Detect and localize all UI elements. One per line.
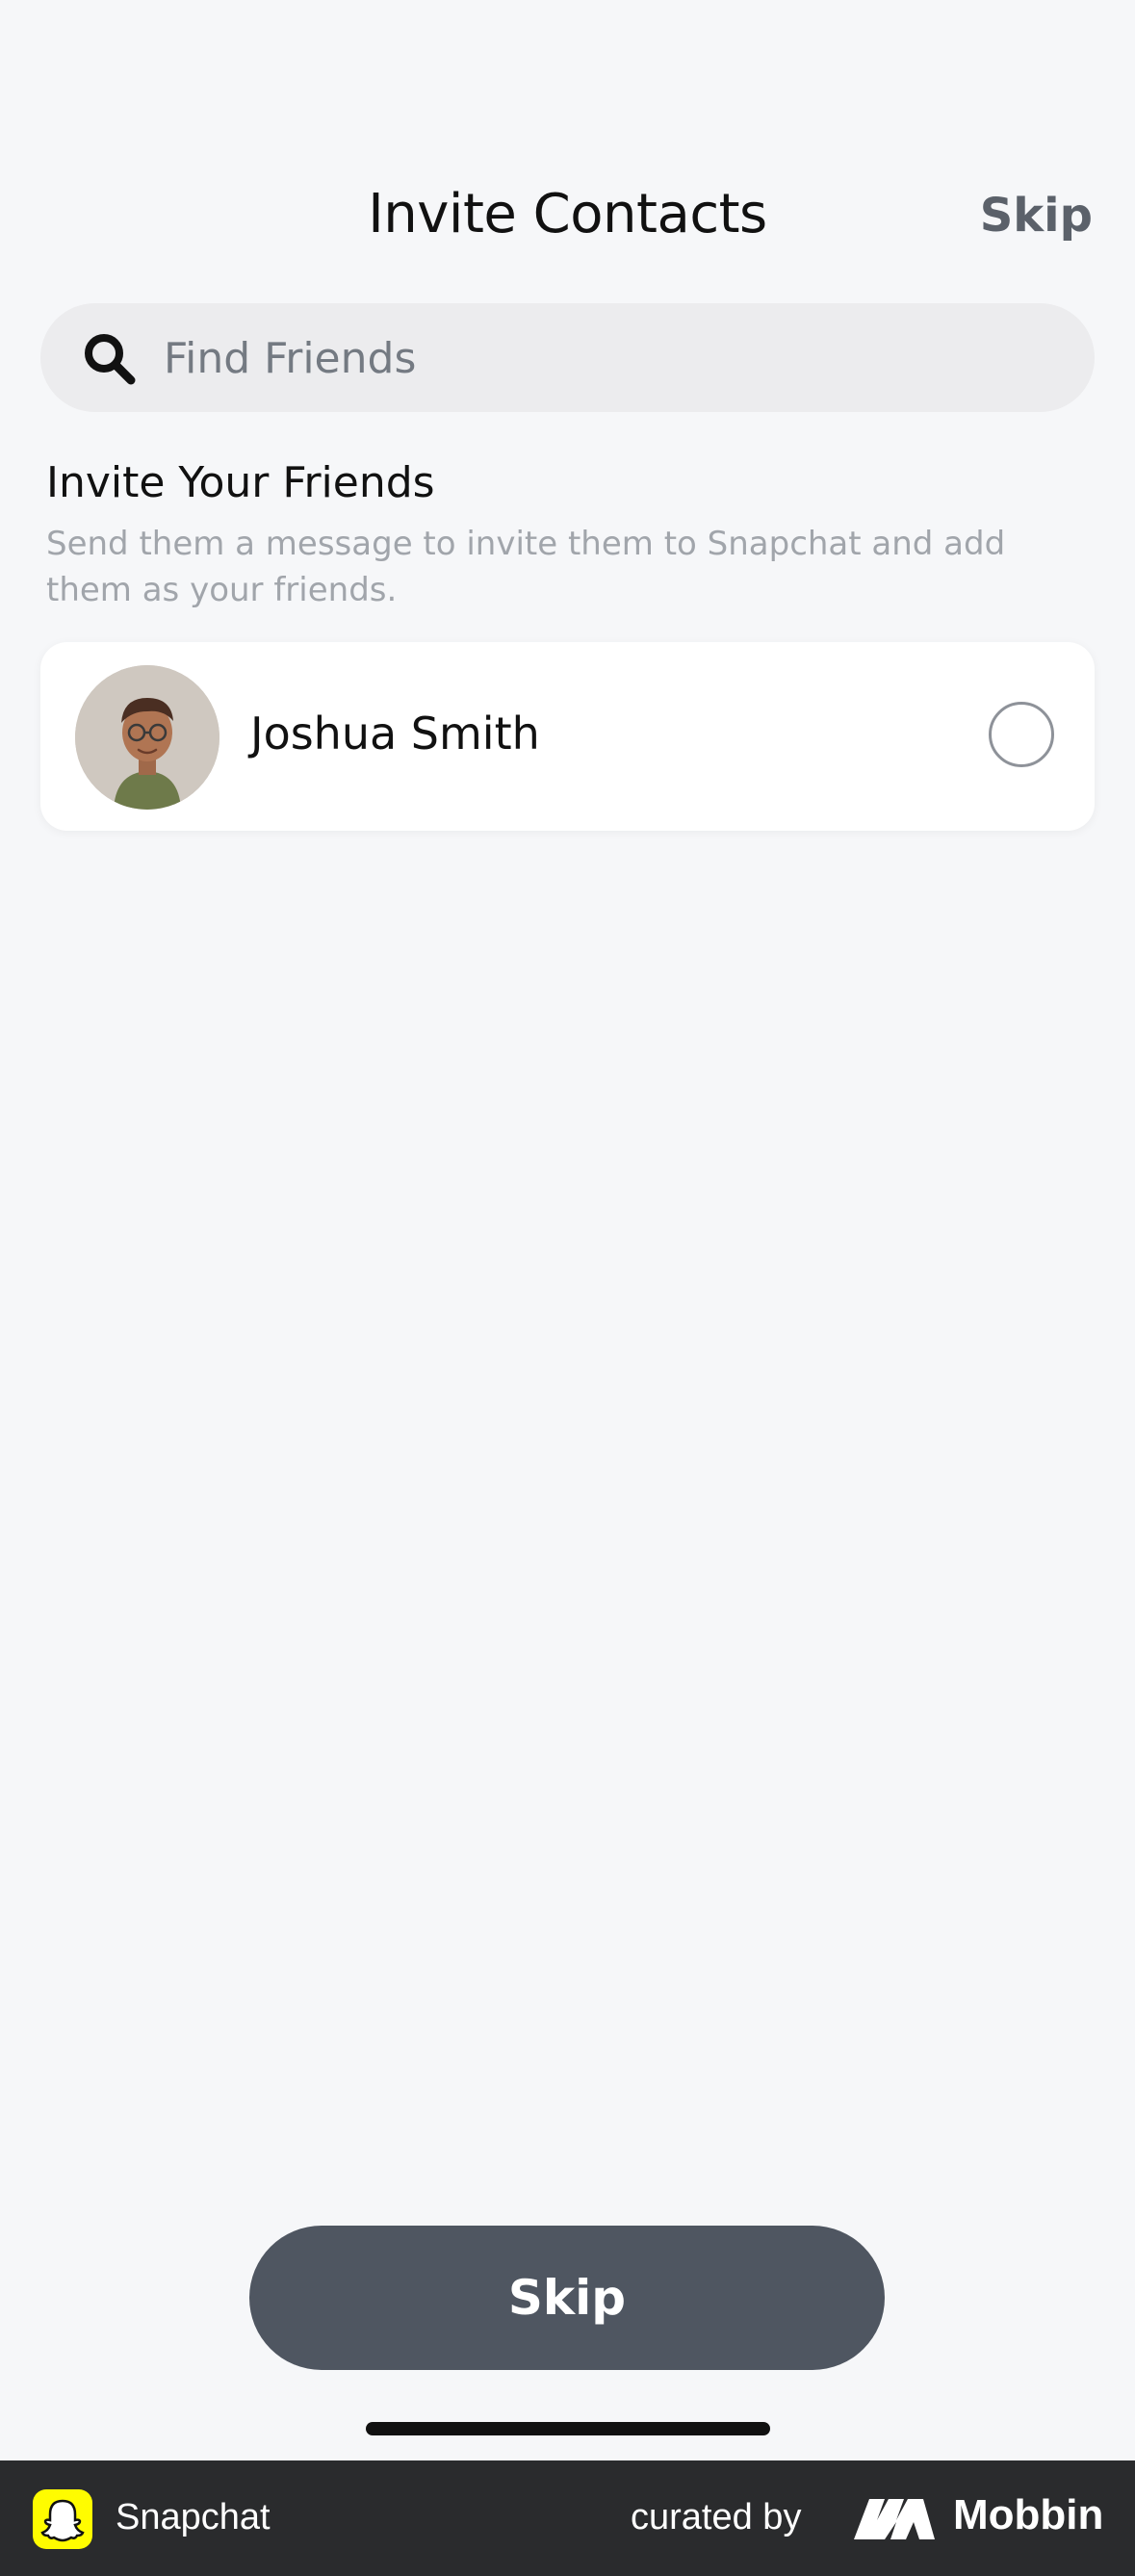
snapchat-logo-icon [33, 2489, 92, 2549]
search-bar[interactable] [40, 303, 1095, 414]
skip-button[interactable]: Skip [249, 2226, 885, 2370]
footer-curated-label: curated by [631, 2497, 802, 2537]
section-description: Send them a message to invite them to Sn… [46, 525, 1006, 609]
contact-avatar [75, 665, 219, 810]
avatar-icon [75, 665, 219, 810]
page-title: Invite Contacts [368, 183, 767, 245]
contact-select-radio[interactable] [989, 702, 1054, 767]
footer-app-name: Snapchat [116, 2497, 271, 2537]
footer-brand: Mobbin [953, 2491, 1104, 2538]
mobbin-logo-icon [854, 2499, 935, 2539]
contact-name: Joshua Smith [250, 708, 540, 760]
header-skip-link[interactable]: Skip [980, 189, 1093, 243]
search-icon [85, 334, 136, 385]
footer-bar: Snapchat curated by Mobbin [0, 2460, 1135, 2576]
home-indicator [366, 2422, 770, 2435]
contact-row[interactable]: Joshua Smith [40, 642, 1095, 831]
search-input[interactable] [162, 303, 1071, 414]
section-title: Invite Your Friends [46, 458, 435, 507]
